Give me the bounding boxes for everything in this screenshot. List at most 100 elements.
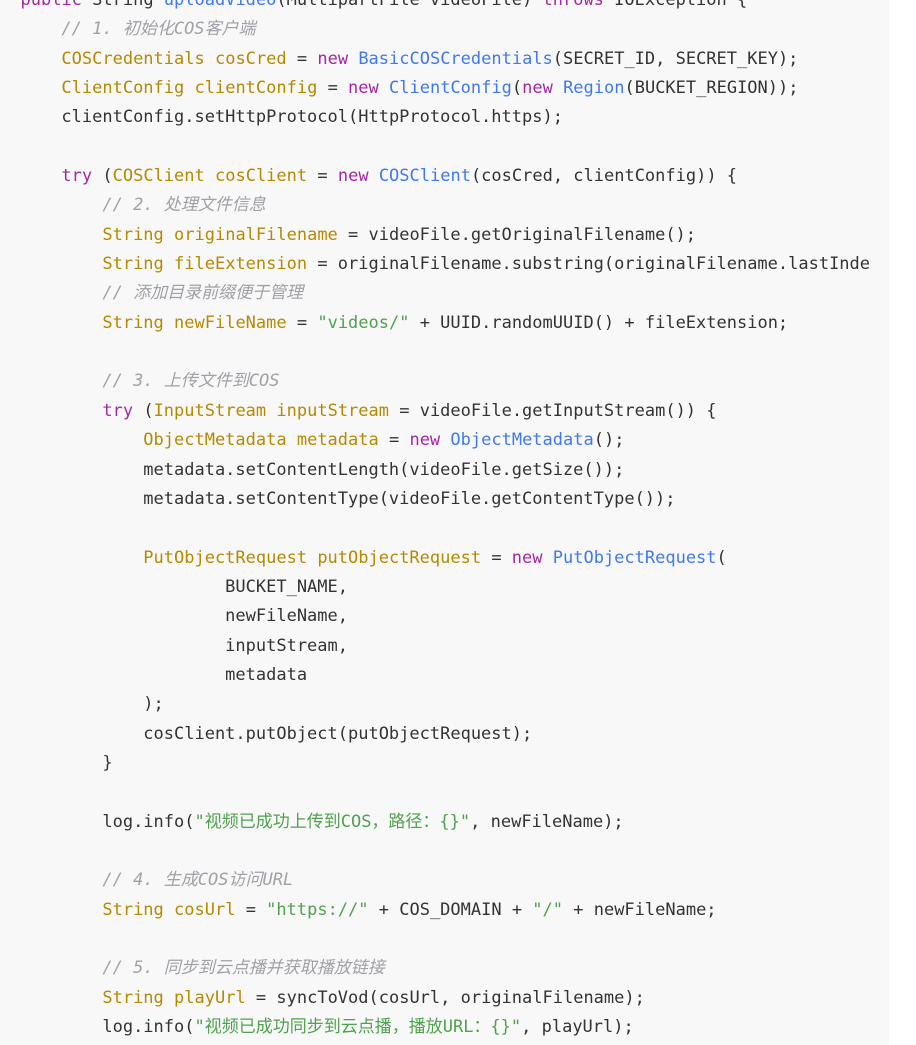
- code-line: log.info("视频已成功同步到云点播，播放URL：{}", playUrl…: [0, 1013, 870, 1042]
- code-text: (: [133, 400, 154, 421]
- page-margin: [889, 0, 916, 1045]
- code-keyword: throws: [542, 0, 604, 10]
- code-type: ObjectMetadata: [143, 430, 287, 451]
- code-comment: // 1. 初始化COS客户端: [61, 19, 256, 40]
- code-comment: // 4. 生成COS访问URL: [102, 870, 294, 891]
- code-text: =: [378, 430, 410, 451]
- code-text: metadata.setContentLength(videoFile.getS…: [143, 459, 625, 480]
- code-line: ClientConfig clientConfig = new ClientCo…: [0, 74, 870, 103]
- code-line: }: [0, 749, 870, 778]
- code-variable: metadata: [296, 430, 379, 451]
- code-type: ClientConfig: [61, 78, 185, 99]
- code-comment: // 5. 同步到云点播并获取播放链接: [102, 958, 385, 979]
- code-type: InputStream: [153, 400, 267, 421]
- code-text: (: [92, 166, 113, 187]
- code-text: (BUCKET_REGION));: [624, 78, 799, 99]
- code-line: BUCKET_NAME,: [0, 573, 870, 602]
- code-line: // 4. 生成COS访问URL: [0, 866, 870, 895]
- code-string: "https://": [266, 899, 369, 920]
- code-comment: // 2. 处理文件信息: [102, 195, 266, 216]
- code-type: String: [102, 312, 164, 333]
- code-line: String playUrl = syncToVod(cosUrl, origi…: [0, 984, 870, 1013]
- code-line: String originalFilename = videoFile.getO…: [0, 221, 870, 250]
- code-text: }: [102, 752, 113, 773]
- code-type: String: [102, 899, 164, 920]
- code-line: metadata.setContentLength(videoFile.getS…: [0, 456, 870, 485]
- code-text: (SECRET_ID, SECRET_KEY);: [552, 48, 799, 69]
- code-line: public String uploadVideo(MultipartFile …: [0, 0, 870, 15]
- code-type: COSClient: [112, 166, 205, 187]
- code-variable: originalFilename: [174, 224, 338, 245]
- code-text: (cosCred, clientConfig)) {: [470, 166, 738, 187]
- code-line: COSCredentials cosCred = new BasicCOSCre…: [0, 45, 870, 74]
- code-function: BasicCOSCredentials: [358, 48, 553, 69]
- code-line: String newFileName = "videos/" + UUID.ra…: [0, 309, 870, 338]
- code-keyword: new: [348, 78, 379, 99]
- code-keyword: try: [61, 166, 93, 187]
- code-line: newFileName,: [0, 602, 870, 631]
- code-text: inputStream,: [225, 635, 348, 656]
- code-text: (MultipartFile videoFile): [276, 0, 543, 10]
- code-line: String fileExtension = originalFilename.…: [0, 250, 870, 279]
- code-line: // 添加目录前缀便于管理: [0, 279, 870, 308]
- code-function: COSClient: [378, 166, 471, 187]
- code-text: log.info(: [102, 1017, 195, 1038]
- code-variable: newFileName: [174, 312, 287, 333]
- code-line: inputStream,: [0, 632, 870, 661]
- code-text: (: [716, 547, 727, 568]
- code-text: IOException {: [603, 0, 748, 10]
- code-text: =: [481, 547, 512, 568]
- code-function: uploadVideo: [163, 0, 277, 10]
- code-type: String: [102, 224, 164, 245]
- code-keyword: new: [409, 430, 441, 451]
- code-text: + COS_DOMAIN +: [368, 899, 533, 920]
- code-keyword: new: [522, 78, 553, 99]
- code-variable: clientConfig: [194, 78, 318, 99]
- code-text: = videoFile.getInputStream()) {: [389, 400, 717, 421]
- code-keyword: try: [102, 400, 134, 421]
- code-variable: inputStream: [276, 400, 389, 421]
- code-text: + UUID.randomUUID() + fileExtension;: [409, 312, 789, 333]
- code-keyword: new: [317, 48, 349, 69]
- code-text: log.info(: [102, 811, 195, 832]
- code-text: clientConfig.setHttpProtocol(HttpProtoco…: [61, 107, 563, 128]
- code-text: = videoFile.getOriginalFilename();: [337, 224, 697, 245]
- code-text: = originalFilename.substring(originalFil…: [307, 254, 871, 275]
- code-text: =: [235, 899, 267, 920]
- code-comment: // 添加目录前缀便于管理: [102, 283, 304, 304]
- code-line: try (InputStream inputStream = videoFile…: [0, 397, 870, 426]
- code-text: ();: [593, 430, 625, 451]
- code-lines: public String uploadVideo(MultipartFile …: [0, 0, 870, 1042]
- code-type: String: [102, 987, 164, 1008]
- code-keyword: public: [20, 0, 82, 10]
